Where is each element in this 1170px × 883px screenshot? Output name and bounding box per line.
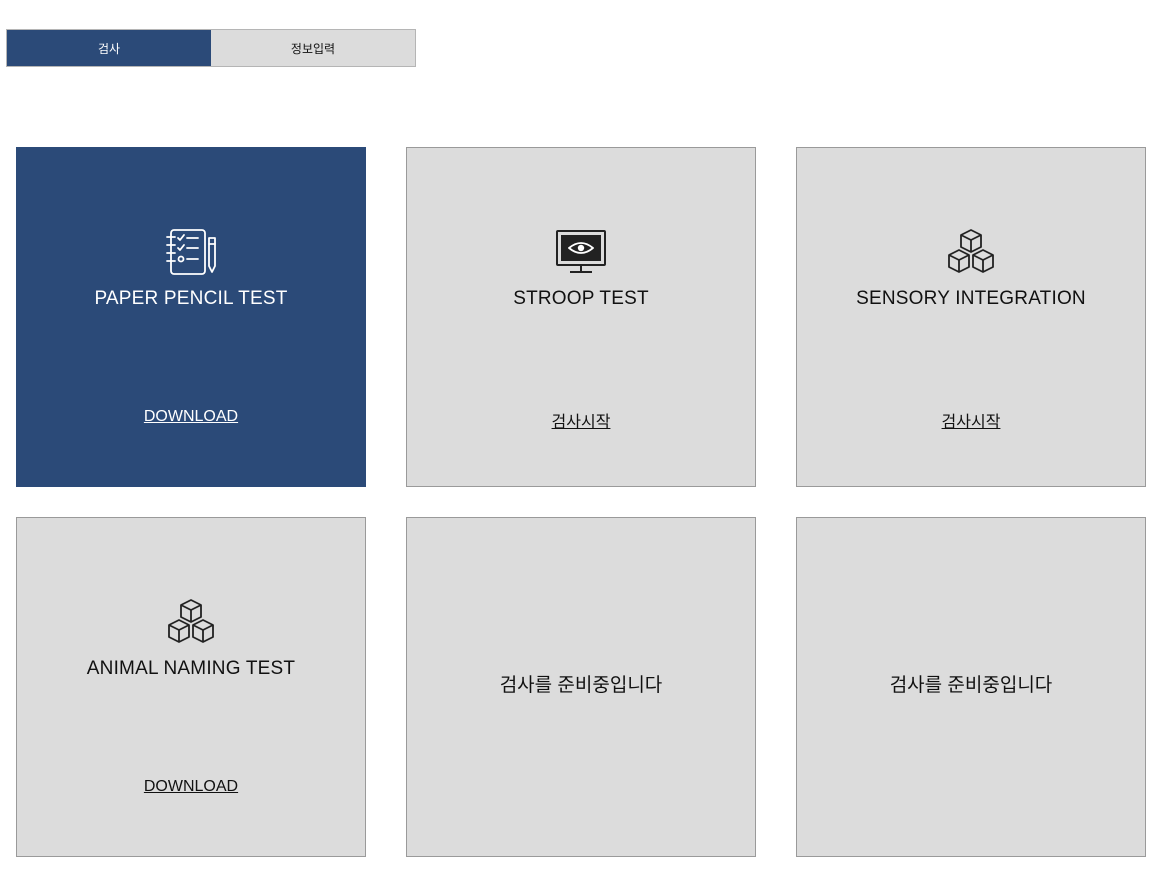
start-test-link[interactable]: 검사시작 [797,408,1145,432]
tab-bar: 검사 정보입력 [6,29,416,67]
checklist-pen-icon [165,228,217,276]
card-sensory-integration: SENSORY INTEGRATION 검사시작 [796,147,1146,487]
download-link[interactable]: DOWNLOAD [17,778,365,796]
download-link[interactable]: DOWNLOAD [17,408,365,426]
card-pending: 검사를 준비중입니다 [796,517,1146,857]
tab-test-label: 검사 [97,41,121,56]
card-title: PAPER PENCIL TEST [94,288,288,309]
card-title: ANIMAL NAMING TEST [86,658,296,679]
card-title: SENSORY INTEGRATION [856,288,1086,309]
card-title: STROOP TEST [513,288,649,309]
tab-info-input-label: 정보입력 [290,41,336,56]
card-pending: 검사를 준비중입니다 [406,517,756,857]
monitor-eye-icon [555,228,607,276]
card-animal-naming-test: ANIMAL NAMING TEST DOWNLOAD [16,517,366,857]
start-test-link[interactable]: 검사시작 [407,408,755,432]
card-stroop-test: STROOP TEST 검사시작 [406,147,756,487]
pending-text: 검사를 준비중입니다 [889,675,1053,696]
pending-text: 검사를 준비중입니다 [499,675,663,696]
tab-test[interactable]: 검사 [7,30,211,66]
cubes-icon [945,228,997,276]
cubes-icon [165,598,217,646]
card-paper-pencil-test: PAPER PENCIL TEST DOWNLOAD [16,147,366,487]
tab-info-input[interactable]: 정보입력 [211,30,415,66]
